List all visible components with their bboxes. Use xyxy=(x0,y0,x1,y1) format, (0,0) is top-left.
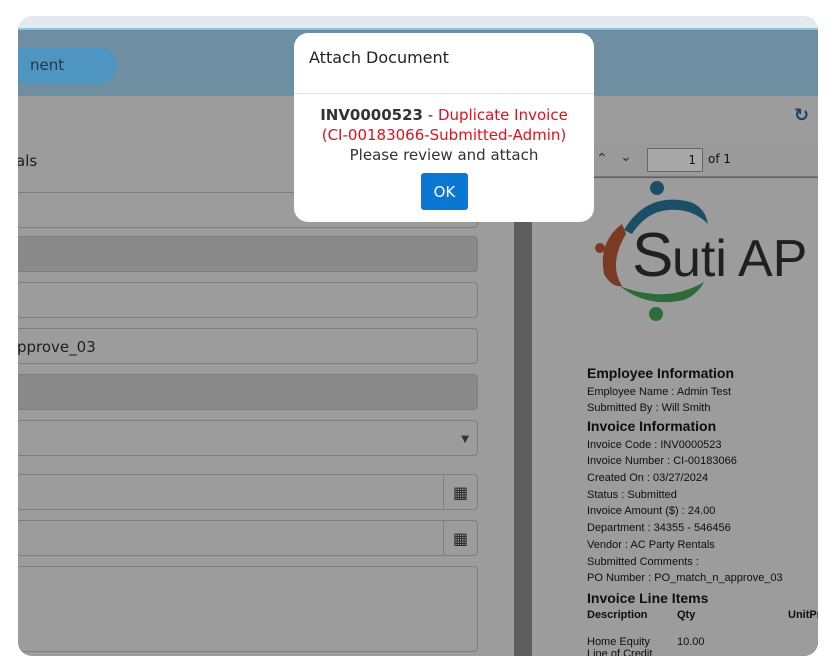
top-strip xyxy=(18,16,818,30)
page-down-icon[interactable]: ⌄ xyxy=(620,149,632,165)
col-unitprice: UnitPrice xyxy=(788,609,818,621)
invoice-amount: Invoice Amount ($) : 24.00 xyxy=(587,505,716,517)
page-count: of 1 xyxy=(708,152,732,166)
app-window: nent als pprove_03 ▼ ▦ ▦ ↻ ⌃ ⌄ 1 of 1 S … xyxy=(18,16,818,656)
ok-button[interactable]: OK xyxy=(421,173,468,210)
status: Status : Submitted xyxy=(587,489,677,501)
comments-textarea[interactable] xyxy=(18,566,478,652)
po-number: PO Number : PO_match_n_approve_03 xyxy=(587,572,783,584)
calendar-icon[interactable]: ▦ xyxy=(443,521,477,555)
dialog-message: Please review and attach xyxy=(349,146,539,164)
form-field-5 xyxy=(18,374,478,410)
line-qty: 10.00 xyxy=(677,636,705,648)
invoice-number: Invoice Number : CI-00183066 xyxy=(587,455,737,467)
svg-text:S: S xyxy=(632,221,673,290)
employee-name: Employee Name : Admin Test xyxy=(587,386,732,398)
invoice-code: INV0000523 xyxy=(320,106,423,124)
header-action-button[interactable]: nent xyxy=(18,47,117,84)
col-qty: Qty xyxy=(677,609,696,621)
vendor: Vendor : AC Party Rentals xyxy=(587,539,715,551)
duplicate-reference: (CI-00183066-Submitted-Admin) xyxy=(321,126,567,144)
employee-heading: Employee Information xyxy=(587,365,735,381)
dialog-divider xyxy=(294,93,594,94)
date-field-1[interactable]: ▦ xyxy=(18,474,478,510)
pdf-page: S uti AP Employee Information Employee N… xyxy=(532,178,818,656)
col-description: Description xyxy=(587,609,648,621)
invoice-heading: Invoice Information xyxy=(587,418,717,434)
duplicate-label: Duplicate Invoice xyxy=(437,106,568,124)
section-label: als xyxy=(18,152,38,170)
refresh-icon[interactable]: ↻ xyxy=(794,105,809,126)
line-items-heading: Invoice Line Items xyxy=(587,590,709,606)
form-field-2 xyxy=(18,236,478,272)
duplicate-line: INV0000523 - Duplicate Invoice xyxy=(294,105,594,125)
page-number-input[interactable]: 1 xyxy=(647,148,703,172)
calendar-icon[interactable]: ▦ xyxy=(443,475,477,509)
department: Department : 34355 - 546456 xyxy=(587,522,731,534)
dialog-body: INV0000523 - Duplicate Invoice (CI-00183… xyxy=(294,105,594,165)
form-field-4[interactable]: pprove_03 xyxy=(18,328,478,364)
svg-text:uti: uti xyxy=(672,230,727,288)
submitted-comments: Submitted Comments : xyxy=(587,556,699,568)
date-field-2[interactable]: ▦ xyxy=(18,520,478,556)
attach-document-dialog: Attach Document INV0000523 - Duplicate I… xyxy=(294,33,594,222)
separator-dash: - xyxy=(423,106,438,124)
form-field-3[interactable] xyxy=(18,282,478,318)
dialog-title: Attach Document xyxy=(309,48,449,67)
line-description: Home Equity Line of Credit xyxy=(587,636,653,656)
created-on: Created On : 03/27/2024 xyxy=(587,472,709,484)
invoice-code: Invoice Code : INV0000523 xyxy=(587,439,722,451)
page-up-icon[interactable]: ⌃ xyxy=(596,151,608,167)
form-select[interactable]: ▼ xyxy=(18,420,478,456)
svg-text:AP: AP xyxy=(738,230,807,288)
sutiap-logo: S uti AP xyxy=(595,181,807,321)
form-field-4-value: pprove_03 xyxy=(18,338,96,356)
submitted-by: Submitted By : Will Smith xyxy=(587,402,711,414)
chevron-down-icon: ▼ xyxy=(461,434,469,445)
